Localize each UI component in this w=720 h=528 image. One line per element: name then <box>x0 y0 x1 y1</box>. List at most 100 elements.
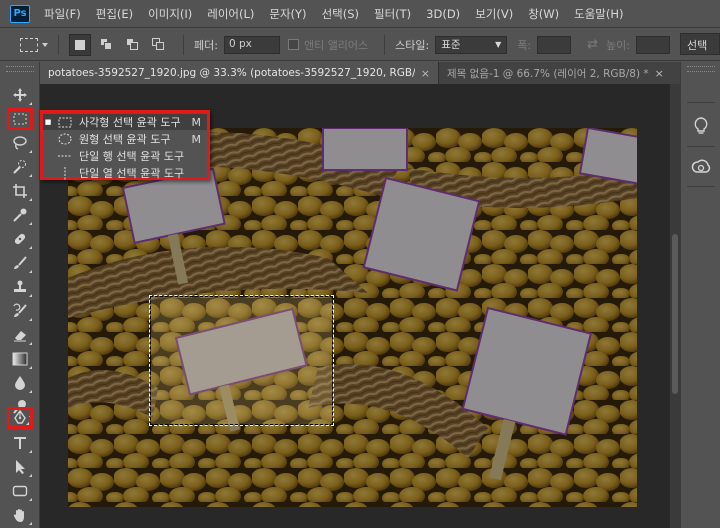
divider <box>183 34 184 55</box>
right-panel-dock <box>680 62 720 528</box>
intersect-selection-button[interactable] <box>147 34 169 56</box>
feather-input[interactable]: 0 px <box>223 35 280 54</box>
single-column-marquee-icon <box>57 166 73 180</box>
selection-bright-area <box>151 297 332 424</box>
type-icon <box>14 437 26 449</box>
height-input[interactable] <box>635 35 670 54</box>
lightbulb-icon <box>694 117 708 134</box>
menu-filter[interactable]: 필터(T) <box>374 6 411 22</box>
document-canvas[interactable] <box>68 128 637 507</box>
single-row-marquee-icon <box>57 150 73 162</box>
flyout-item-rect-marquee[interactable]: ■ 사각형 선택 윤곽 도구 M <box>43 114 207 130</box>
menu-layer[interactable]: 레이어(L) <box>207 6 254 22</box>
quick-selection-tool[interactable] <box>7 156 33 178</box>
tab-label: 제목 없음-1 @ 66.7% (레이어 2, RGB/8) * <box>447 67 649 80</box>
style-select[interactable]: 표준 ▼ <box>435 35 508 54</box>
select-and-mask-button[interactable]: 선택 <box>680 33 720 55</box>
swap-icon[interactable]: ⇄ <box>587 37 598 52</box>
move-tool[interactable] <box>7 84 33 106</box>
menu-select[interactable]: 선택(S) <box>322 6 359 22</box>
menu-type[interactable]: 문자(Y) <box>269 6 306 22</box>
tab-untitled[interactable]: 제목 없음-1 @ 66.7% (레이어 2, RGB/8) * × <box>438 62 680 84</box>
divider <box>384 34 386 55</box>
rectangle-shape-tool[interactable] <box>7 480 33 502</box>
rect-marquee-tool[interactable] <box>7 108 33 130</box>
close-icon[interactable]: × <box>421 67 430 80</box>
lasso-tool[interactable] <box>7 132 33 154</box>
menu-help[interactable]: 도움말(H) <box>574 6 623 22</box>
style-select-value: 표준 <box>441 39 461 51</box>
panel-grip[interactable] <box>687 66 715 72</box>
subtract-selection-button[interactable] <box>121 34 143 56</box>
rect-marquee-icon <box>13 113 27 125</box>
rounded-rect-icon <box>12 485 28 497</box>
learn-panel-button[interactable] <box>689 114 713 138</box>
flyout-item-shortcut: M <box>191 115 202 129</box>
photoshop-logo: Ps <box>10 4 30 23</box>
crop-tool[interactable] <box>7 180 33 202</box>
intersect-selection-icon <box>151 38 165 51</box>
move-icon <box>13 88 27 102</box>
add-selection-button[interactable] <box>95 34 117 56</box>
close-icon[interactable]: × <box>655 67 664 80</box>
bandage-icon <box>14 233 26 245</box>
tab-potatoes[interactable]: potatoes-3592527_1920.jpg @ 33.3% (potat… <box>40 62 438 84</box>
flyout-item-label: 원형 선택 윤곽 도구 <box>79 133 171 146</box>
tab-label: potatoes-3592527_1920.jpg @ 33.3% (potat… <box>48 67 415 79</box>
menu-view[interactable]: 보기(V) <box>475 6 513 22</box>
chevron-down-icon: ▼ <box>495 40 502 49</box>
flyout-item-single-row-marquee[interactable]: 단일 행 선택 윤곽 도구 <box>43 148 207 164</box>
height-label: 높이: <box>605 38 630 52</box>
antialias-checkbox[interactable] <box>287 39 299 50</box>
width-input[interactable] <box>537 35 572 54</box>
blur-tool[interactable] <box>7 372 33 394</box>
panel-grip[interactable] <box>6 66 34 72</box>
marquee-selection[interactable] <box>149 295 334 426</box>
new-selection-button[interactable] <box>69 33 91 56</box>
healing-brush-tool[interactable] <box>7 228 33 250</box>
path-selection-tool[interactable] <box>7 456 33 478</box>
menu-window[interactable]: 창(W) <box>528 6 559 22</box>
flyout-item-single-column-marquee[interactable]: 단일 열 선택 윤곽 도구 <box>43 165 207 181</box>
gradient-tool[interactable] <box>7 348 33 370</box>
selected-bullet-icon: ■ <box>44 118 52 126</box>
tool-preset-marquee-icon[interactable] <box>20 37 38 52</box>
history-brush-icon <box>13 303 27 317</box>
clone-stamp-tool[interactable] <box>7 276 33 298</box>
menu-bar: Ps 파일(F) 편집(E) 이미지(I) 레이어(L) 문자(Y) 선택(S)… <box>0 0 720 28</box>
eraser-tool[interactable] <box>7 324 33 346</box>
eyedropper-tool[interactable] <box>7 204 33 226</box>
eraser-icon <box>14 331 26 342</box>
lasso-icon <box>13 136 27 150</box>
type-tool[interactable] <box>7 432 33 454</box>
brush-icon <box>14 256 27 269</box>
crop-icon <box>13 184 27 198</box>
divider <box>58 34 59 55</box>
menu-file[interactable]: 파일(F) <box>44 6 81 22</box>
hand-icon <box>13 509 24 522</box>
flyout-item-ellipse-marquee[interactable]: 원형 선택 윤곽 도구 M <box>43 131 207 147</box>
flyout-item-label: 사각형 선택 윤곽 도구 <box>79 116 181 129</box>
divider <box>687 146 715 147</box>
menu-3d[interactable]: 3D(D) <box>426 7 460 21</box>
tools-panel <box>0 62 40 528</box>
document-tabs: potatoes-3592527_1920.jpg @ 33.3% (potat… <box>40 62 680 84</box>
menu-image[interactable]: 이미지(I) <box>148 6 192 22</box>
scrollbar-thumb[interactable] <box>672 234 678 394</box>
antialias-label: 앤티 앨리어스 <box>303 38 369 52</box>
eyedropper-icon <box>13 208 27 222</box>
menu-edit[interactable]: 편집(E) <box>96 6 133 22</box>
history-brush-tool[interactable] <box>7 300 33 322</box>
brush-tool[interactable] <box>7 252 33 274</box>
hand-tool[interactable] <box>7 504 33 526</box>
divider <box>687 186 715 187</box>
style-label: 스타일: <box>395 38 430 52</box>
pen-tool[interactable] <box>7 407 33 429</box>
tool-preset-caret-icon[interactable] <box>42 42 48 47</box>
feather-label: 페더: <box>194 38 218 52</box>
libraries-panel-button[interactable] <box>689 154 713 178</box>
width-label: 폭: <box>517 38 532 52</box>
options-bar: 페더: 0 px 앤티 앨리어스 스타일: 표준 ▼ 폭: ⇄ 높이: 선택 <box>0 29 720 61</box>
vertical-scrollbar[interactable] <box>670 84 680 528</box>
rect-marquee-icon <box>57 116 73 128</box>
